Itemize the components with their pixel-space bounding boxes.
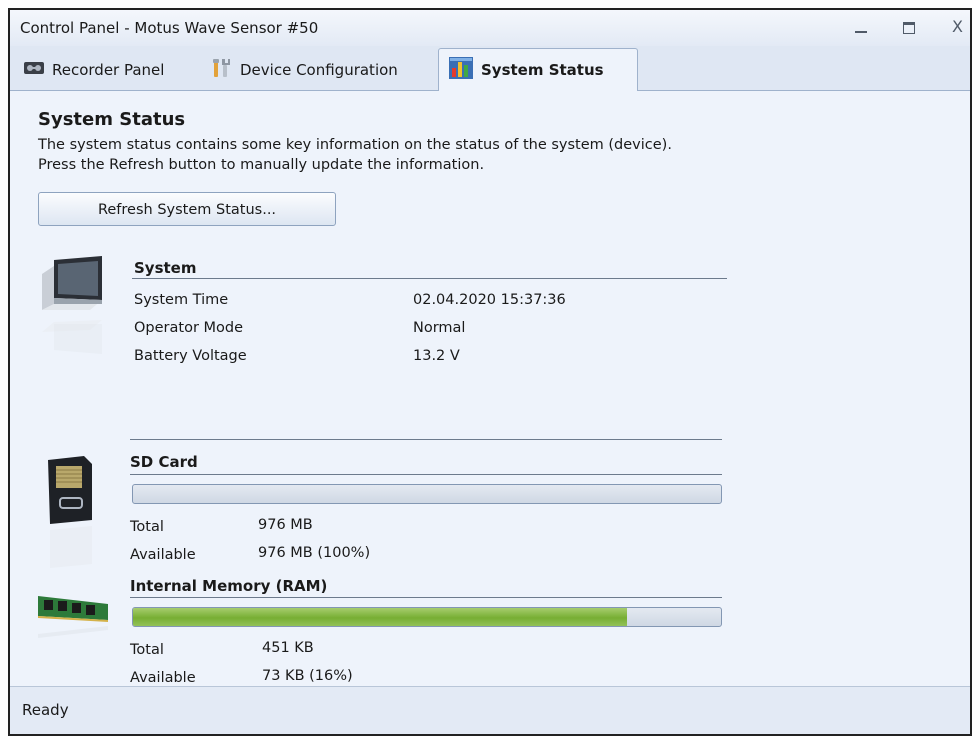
operator-mode-label: Operator Mode xyxy=(134,320,244,336)
ram-available-label: Available xyxy=(130,670,196,686)
operator-mode-value: Normal xyxy=(413,320,466,336)
sd-card-total-value: 976 MB xyxy=(258,517,313,533)
status-text: Ready xyxy=(22,701,69,719)
refresh-system-status-button[interactable]: Refresh System Status... xyxy=(38,192,336,226)
status-bar: Ready xyxy=(10,686,970,734)
system-status-panel: System Status The system status contains… xyxy=(10,91,970,687)
maximize-button[interactable] xyxy=(894,16,924,40)
tab-device-configuration[interactable]: Device Configuration xyxy=(206,52,430,88)
system-section-title: System xyxy=(134,259,197,277)
ram-usage-bar xyxy=(132,607,722,627)
sd-card-usage-bar xyxy=(132,484,722,504)
battery-voltage-value: 13.2 V xyxy=(413,348,460,364)
window-title: Control Panel - Motus Wave Sensor #50 xyxy=(20,19,319,37)
minimize-button[interactable] xyxy=(846,16,876,40)
ram-usage-fill xyxy=(133,608,627,626)
tools-icon xyxy=(210,57,232,83)
system-time-label: System Time xyxy=(134,292,229,308)
sd-card-available-value: 976 MB (100%) xyxy=(258,545,371,561)
maximize-icon xyxy=(903,22,915,34)
tab-recorder-panel[interactable]: Recorder Panel xyxy=(18,52,198,88)
ram-available-value: 73 KB (16%) xyxy=(262,668,353,684)
system-status-icon xyxy=(449,57,473,83)
tab-label: Recorder Panel xyxy=(52,61,165,79)
description-line: Press the Refresh button to manually upd… xyxy=(38,157,485,173)
sd-card-total-label: Total xyxy=(130,519,164,535)
ram-section-title: Internal Memory (RAM) xyxy=(130,577,328,595)
close-button[interactable]: X xyxy=(944,16,974,40)
page-title: System Status xyxy=(38,109,186,130)
divider xyxy=(130,597,722,598)
tab-label: System Status xyxy=(481,61,604,79)
monitor-icon xyxy=(40,254,110,368)
sd-card-icon xyxy=(44,454,100,588)
control-panel-window: Control Panel - Motus Wave Sensor #50 X … xyxy=(8,8,972,736)
ram-module-icon xyxy=(36,594,112,658)
divider xyxy=(130,439,722,440)
tab-strip: Recorder Panel Device Configuration Syst… xyxy=(10,46,970,91)
ram-total-label: Total xyxy=(130,642,164,658)
description-line: The system status contains some key info… xyxy=(38,137,672,153)
sd-card-section-title: SD Card xyxy=(130,453,198,471)
title-bar[interactable]: Control Panel - Motus Wave Sensor #50 X xyxy=(10,10,970,47)
tab-system-status[interactable]: System Status xyxy=(438,48,638,91)
tab-label: Device Configuration xyxy=(240,61,398,79)
system-time-value: 02.04.2020 15:37:36 xyxy=(413,292,566,308)
recorder-icon xyxy=(24,60,44,80)
minimize-icon xyxy=(855,31,867,33)
sd-card-available-label: Available xyxy=(130,547,196,563)
divider xyxy=(130,474,722,475)
battery-voltage-label: Battery Voltage xyxy=(134,348,247,364)
ram-total-value: 451 KB xyxy=(262,640,314,656)
close-icon: X xyxy=(952,17,963,36)
divider xyxy=(132,278,727,279)
